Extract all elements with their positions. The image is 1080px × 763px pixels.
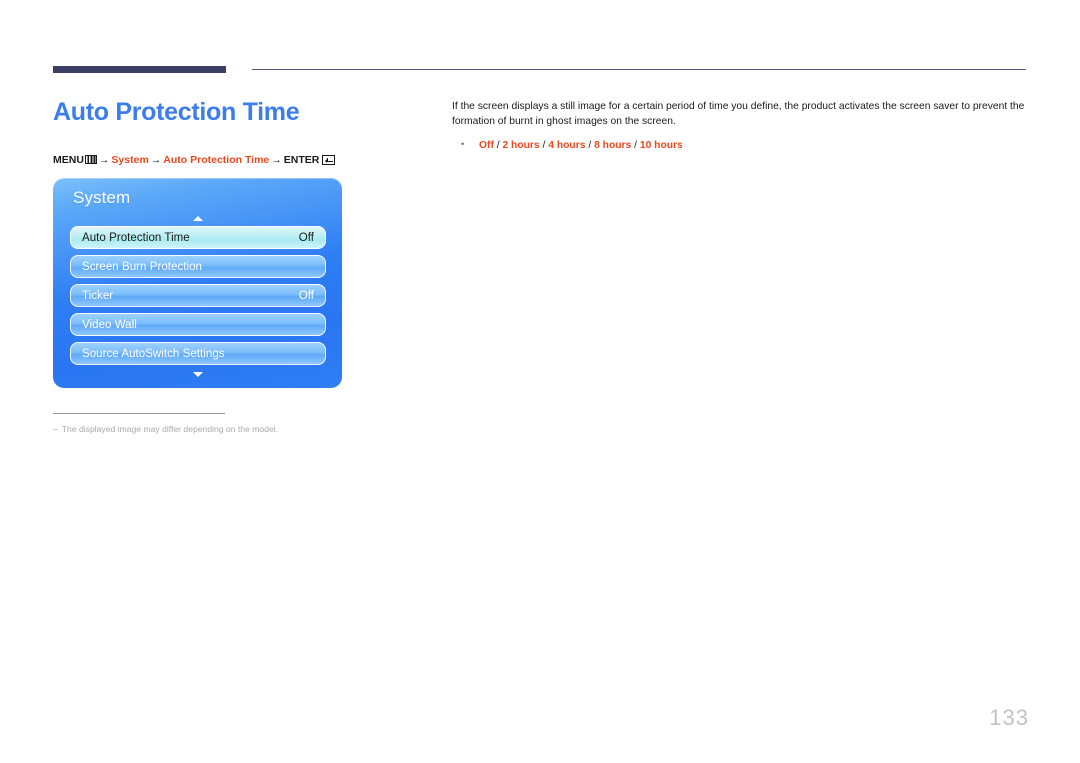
osd-row-screen-burn-protection[interactable]: Screen Burn Protection: [70, 255, 326, 278]
triangle-up-icon: [192, 215, 203, 221]
option-value: 2 hours: [502, 140, 540, 151]
option-value: 10 hours: [639, 140, 683, 151]
option-separator: /: [631, 140, 640, 151]
osd-scroll-up[interactable]: [53, 212, 342, 224]
menu-bars-icon: [84, 155, 97, 164]
osd-row-value: Off: [298, 231, 314, 244]
footnote-dash: –: [53, 424, 58, 434]
osd-row-ticker[interactable]: Ticker Off: [70, 284, 326, 307]
option-value: 4 hours: [548, 140, 586, 151]
option-separator: /: [585, 140, 595, 151]
page-title: Auto Protection Time: [53, 98, 300, 126]
osd-row-source-autoswitch-settings[interactable]: Source AutoSwitch Settings: [70, 342, 326, 365]
menu-path-enter-label: ENTER: [283, 154, 320, 166]
description-column: If the screen displays a still image for…: [452, 99, 1026, 153]
osd-row-label: Ticker: [82, 289, 114, 302]
osd-panel-title: System: [73, 188, 131, 207]
menu-path-arrow-2: →: [150, 154, 162, 166]
footnote-divider: [53, 413, 225, 414]
osd-menu-panel: System Auto Protection Time Off Screen B…: [53, 178, 342, 388]
osd-menu-list: Auto Protection Time Off Screen Burn Pro…: [70, 226, 326, 371]
menu-path-step-auto-protection-time: Auto Protection Time: [163, 154, 270, 166]
menu-path-menu-label: MENU: [53, 154, 84, 166]
triangle-down-icon: [192, 371, 203, 377]
header-rule-thin: [252, 69, 1026, 70]
menu-path-arrow-3: →: [271, 154, 282, 166]
osd-row-auto-protection-time[interactable]: Auto Protection Time Off: [70, 226, 326, 249]
option-separator: /: [539, 140, 549, 151]
menu-path-step-system: System: [111, 154, 149, 166]
osd-row-video-wall[interactable]: Video Wall: [70, 313, 326, 336]
menu-path-breadcrumb: MENU → System → Auto Protection Time → ENTER: [53, 153, 336, 167]
description-body: If the screen displays a still image for…: [452, 101, 1025, 127]
options-list-item: Off / 2 hours / 4 hours / 8 hours / 10 h…: [452, 137, 1026, 153]
footnote-text: The displayed image may differ depending…: [61, 424, 279, 434]
options-list: Off / 2 hours / 4 hours / 8 hours / 10 h…: [452, 137, 1026, 153]
menu-path-arrow-1: →: [98, 154, 110, 166]
footnote: – The displayed image may differ dependin…: [53, 424, 393, 434]
page-number: 133: [989, 705, 1029, 730]
osd-row-label: Source AutoSwitch Settings: [82, 347, 225, 360]
osd-scroll-down[interactable]: [53, 368, 342, 380]
osd-row-label: Video Wall: [82, 318, 137, 331]
option-value: 8 hours: [594, 140, 632, 151]
osd-row-label: Auto Protection Time: [82, 231, 190, 244]
option-value: Off: [479, 140, 494, 151]
header-rule-thick: [53, 66, 226, 73]
osd-row-label: Screen Burn Protection: [82, 260, 202, 273]
osd-row-value: Off: [298, 289, 314, 302]
enter-return-icon: [322, 154, 336, 165]
